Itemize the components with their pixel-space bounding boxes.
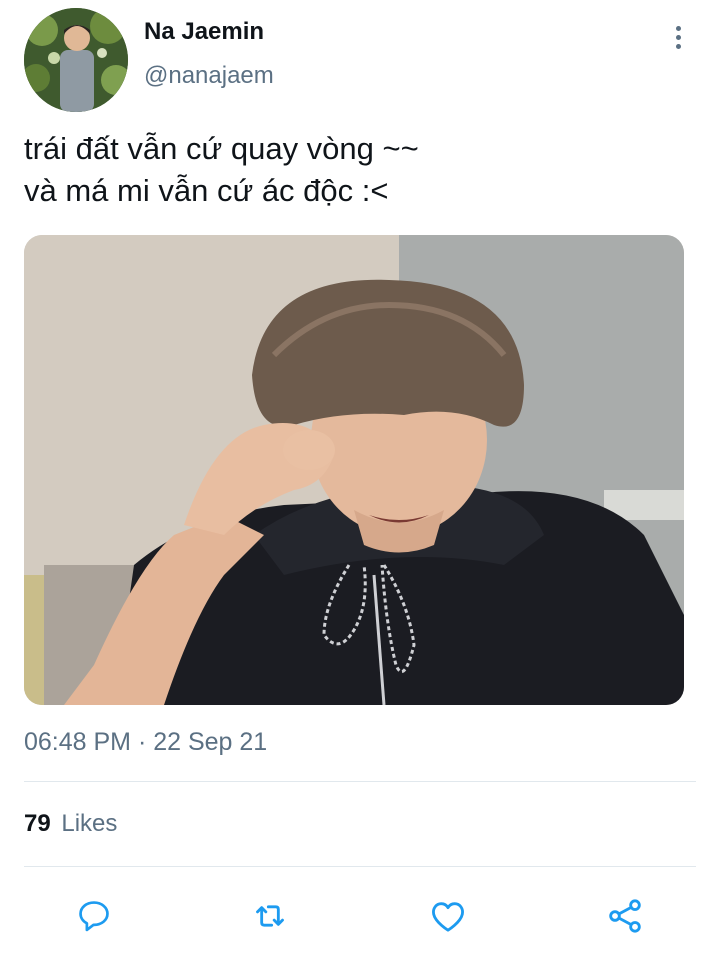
- author-handle[interactable]: @nanajaem: [144, 62, 274, 90]
- divider: [24, 866, 696, 867]
- like-icon[interactable]: [420, 888, 476, 944]
- divider: [24, 781, 696, 782]
- tweet-text: trái đất vẫn cứ quay vòng ~~ và má mi vẫ…: [24, 128, 696, 212]
- share-icon[interactable]: [597, 888, 653, 944]
- retweet-icon[interactable]: [242, 888, 298, 944]
- action-bar: [0, 888, 719, 944]
- tweet-photo[interactable]: [24, 235, 684, 705]
- likes-count: 79: [24, 810, 51, 837]
- likes-label: Likes: [61, 810, 118, 837]
- tweet-header: Na Jaemin @nanajaem: [24, 8, 696, 112]
- avatar[interactable]: [24, 8, 128, 112]
- author-name[interactable]: Na Jaemin: [144, 18, 264, 46]
- tweet-text-line: và má mi vẫn cứ ác độc :<: [24, 173, 389, 208]
- tweet-timestamp[interactable]: 06:48 PM · 22 Sep 21: [24, 728, 267, 757]
- tweet-text-line: trái đất vẫn cứ quay vòng ~~: [24, 131, 419, 166]
- more-options-icon[interactable]: [666, 26, 690, 56]
- reply-icon[interactable]: [66, 888, 122, 944]
- likes-stat[interactable]: 79 Likes: [24, 810, 117, 838]
